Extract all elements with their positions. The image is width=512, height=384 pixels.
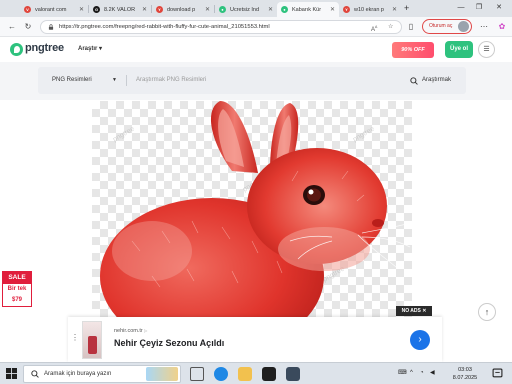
back-button[interactable]: ← <box>6 21 18 33</box>
sale-line-1: Bir tek <box>7 286 27 292</box>
clock-time: 03:03 <box>458 367 472 373</box>
scroll-to-top-button[interactable]: ↑ <box>478 303 496 321</box>
minimize-button[interactable]: — <box>454 2 468 14</box>
address-toolbar: ← ↻ https://tr.pngtree.com/freepng/red-r… <box>0 17 512 37</box>
windows-taskbar: Aramak için buraya yazın ⌨ ^ ◔ ◀ 03:03 8… <box>0 362 512 384</box>
taskbar-search-placeholder: Aramak için buraya yazın <box>44 371 112 377</box>
tab-label: w10 ekran p <box>354 6 384 13</box>
pngtree-favicon-icon: ● <box>281 6 288 13</box>
tab-label: Ücretsiz İnd <box>230 6 260 13</box>
tab-close-icon[interactable]: ✕ <box>79 6 84 13</box>
mail-icon[interactable] <box>286 367 300 381</box>
ad-title: Nehir Çeyiz Sezonu Açıldı <box>114 338 225 348</box>
hamburger-menu-icon[interactable]: ☰ <box>478 41 495 58</box>
tab-close-icon[interactable]: ✕ <box>205 6 210 13</box>
notification-icon[interactable] <box>492 368 503 379</box>
clock-date: 8.07.2025 <box>452 375 478 381</box>
ad-thumbnail <box>82 321 102 359</box>
search-type-select[interactable]: PNG Resimleri <box>52 67 92 94</box>
tab-close-icon[interactable]: ✕ <box>392 6 397 13</box>
pngtree-logo-icon[interactable] <box>10 43 23 56</box>
tab-4-active[interactable]: ● Kabarık Kür ✕ <box>277 2 339 17</box>
explore-menu[interactable]: Araştır ▾ <box>78 45 102 52</box>
pngtree-favicon-icon: ● <box>219 6 226 13</box>
speaker-icon[interactable]: ◀ <box>430 363 435 384</box>
video-favicon-icon: G <box>93 6 100 13</box>
avatar <box>458 21 469 32</box>
tray-chevron-icon[interactable]: ^ <box>410 363 413 384</box>
maximize-button[interactable]: ❐ <box>472 2 486 14</box>
sale-price: $79 <box>11 297 22 303</box>
search-button-label: Araştırmak <box>422 77 452 83</box>
site-logo[interactable]: pngtree <box>25 42 64 54</box>
tab-5[interactable]: Y w10 ekran p ✕ <box>339 2 401 17</box>
chevron-down-icon[interactable]: ▼ <box>112 67 117 94</box>
edge-browser-icon[interactable] <box>214 367 228 381</box>
more-menu-icon[interactable]: ⋯ <box>478 21 490 33</box>
tab-0[interactable]: V valorant com ✕ <box>20 2 88 17</box>
ad-source: nehir.com.tr ▷ <box>114 328 147 334</box>
file-explorer-icon[interactable] <box>238 367 252 381</box>
tab-2[interactable]: Y download p ✕ <box>152 2 214 17</box>
search-box: PNG Resimleri ▼ Araştırmak PNG Resimleri… <box>38 67 466 94</box>
favorite-star-icon[interactable]: ☆ <box>388 21 393 33</box>
split-screen-icon[interactable]: ▯ <box>405 21 417 33</box>
ad-options-icon[interactable]: ⋮ <box>71 333 79 342</box>
signin-label: Oturum aç <box>429 23 453 29</box>
store-icon[interactable] <box>262 367 276 381</box>
search-icon <box>31 370 39 378</box>
taskbar-clock[interactable]: 03:03 8.07.2025 <box>450 366 480 382</box>
sale-ad[interactable]: SALE Bir tek $79 <box>2 271 32 307</box>
read-aloud-icon[interactable]: AA <box>371 21 377 36</box>
promo-badge[interactable]: 90% OFF <box>392 42 434 58</box>
search-input[interactable]: Araştırmak PNG Resimleri <box>136 67 206 94</box>
tab-1[interactable]: G 8.2K VALOR ✕ <box>89 2 151 17</box>
tab-close-icon[interactable]: ✕ <box>268 6 273 13</box>
preview-image[interactable]: pngtree pngtree pngtree pngtree pngtree <box>92 101 412 317</box>
tab-close-icon[interactable]: ✕ <box>142 6 147 13</box>
task-view-icon[interactable] <box>190 367 204 381</box>
signup-button[interactable]: Üye ol <box>445 41 473 58</box>
tab-label: 8.2K VALOR <box>104 6 136 13</box>
bottom-ad-banner[interactable]: ⋮ nehir.com.tr ▷ Nehir Çeyiz Sezonu Açıl… <box>68 317 442 362</box>
red-rabbit-illustration <box>100 101 411 317</box>
keyboard-icon[interactable]: ⌨ <box>398 363 407 384</box>
yandex-favicon-icon: Y <box>343 6 350 13</box>
windows-start-icon[interactable] <box>6 368 17 379</box>
refresh-button[interactable]: ↻ <box>22 21 34 33</box>
tab-close-icon[interactable]: ✕ <box>330 6 335 13</box>
copilot-icon[interactable]: ✿ <box>496 21 508 33</box>
site-header: pngtree Araştır ▾ 90% OFF Üye ol ☰ <box>0 38 512 62</box>
ad-choice-icon: ▷ <box>144 328 148 333</box>
no-ads-button[interactable]: NO ADS ✕ <box>396 306 432 316</box>
yandex-favicon-icon: Y <box>156 6 163 13</box>
divider <box>126 75 127 86</box>
url-text: https://tr.pngtree.com/freepng/red-rabbi… <box>59 24 270 30</box>
search-band: PNG Resimleri ▼ Araştırmak PNG Resimleri… <box>0 62 512 100</box>
tab-label: Kabarık Kür <box>292 6 322 13</box>
search-highlight-image <box>146 367 178 381</box>
lock-icon <box>48 24 54 30</box>
tab-label: download p <box>167 6 196 13</box>
tab-strip: V valorant com ✕ G 8.2K VALOR ✕ Y downlo… <box>0 0 512 17</box>
tab-3[interactable]: ● Ücretsiz İnd ✕ <box>215 2 277 17</box>
valorant-favicon-icon: V <box>24 6 31 13</box>
search-button[interactable]: Araştırmak <box>410 67 451 94</box>
tab-label: valorant com <box>35 6 67 13</box>
taskbar-search-input[interactable]: Aramak için buraya yazın <box>23 365 181 383</box>
address-bar[interactable]: https://tr.pngtree.com/freepng/red-rabbi… <box>40 20 402 34</box>
search-icon <box>410 76 418 85</box>
sale-badge: SALE <box>3 272 31 284</box>
ad-open-arrow-icon[interactable]: › <box>410 330 430 350</box>
close-window-button[interactable]: ✕ <box>492 2 506 14</box>
signin-button[interactable]: Oturum aç <box>422 19 472 34</box>
network-icon[interactable]: ◔ <box>420 363 424 384</box>
new-tab-button[interactable]: + <box>404 2 409 14</box>
ad-source-text: nehir.com.tr <box>114 328 143 334</box>
